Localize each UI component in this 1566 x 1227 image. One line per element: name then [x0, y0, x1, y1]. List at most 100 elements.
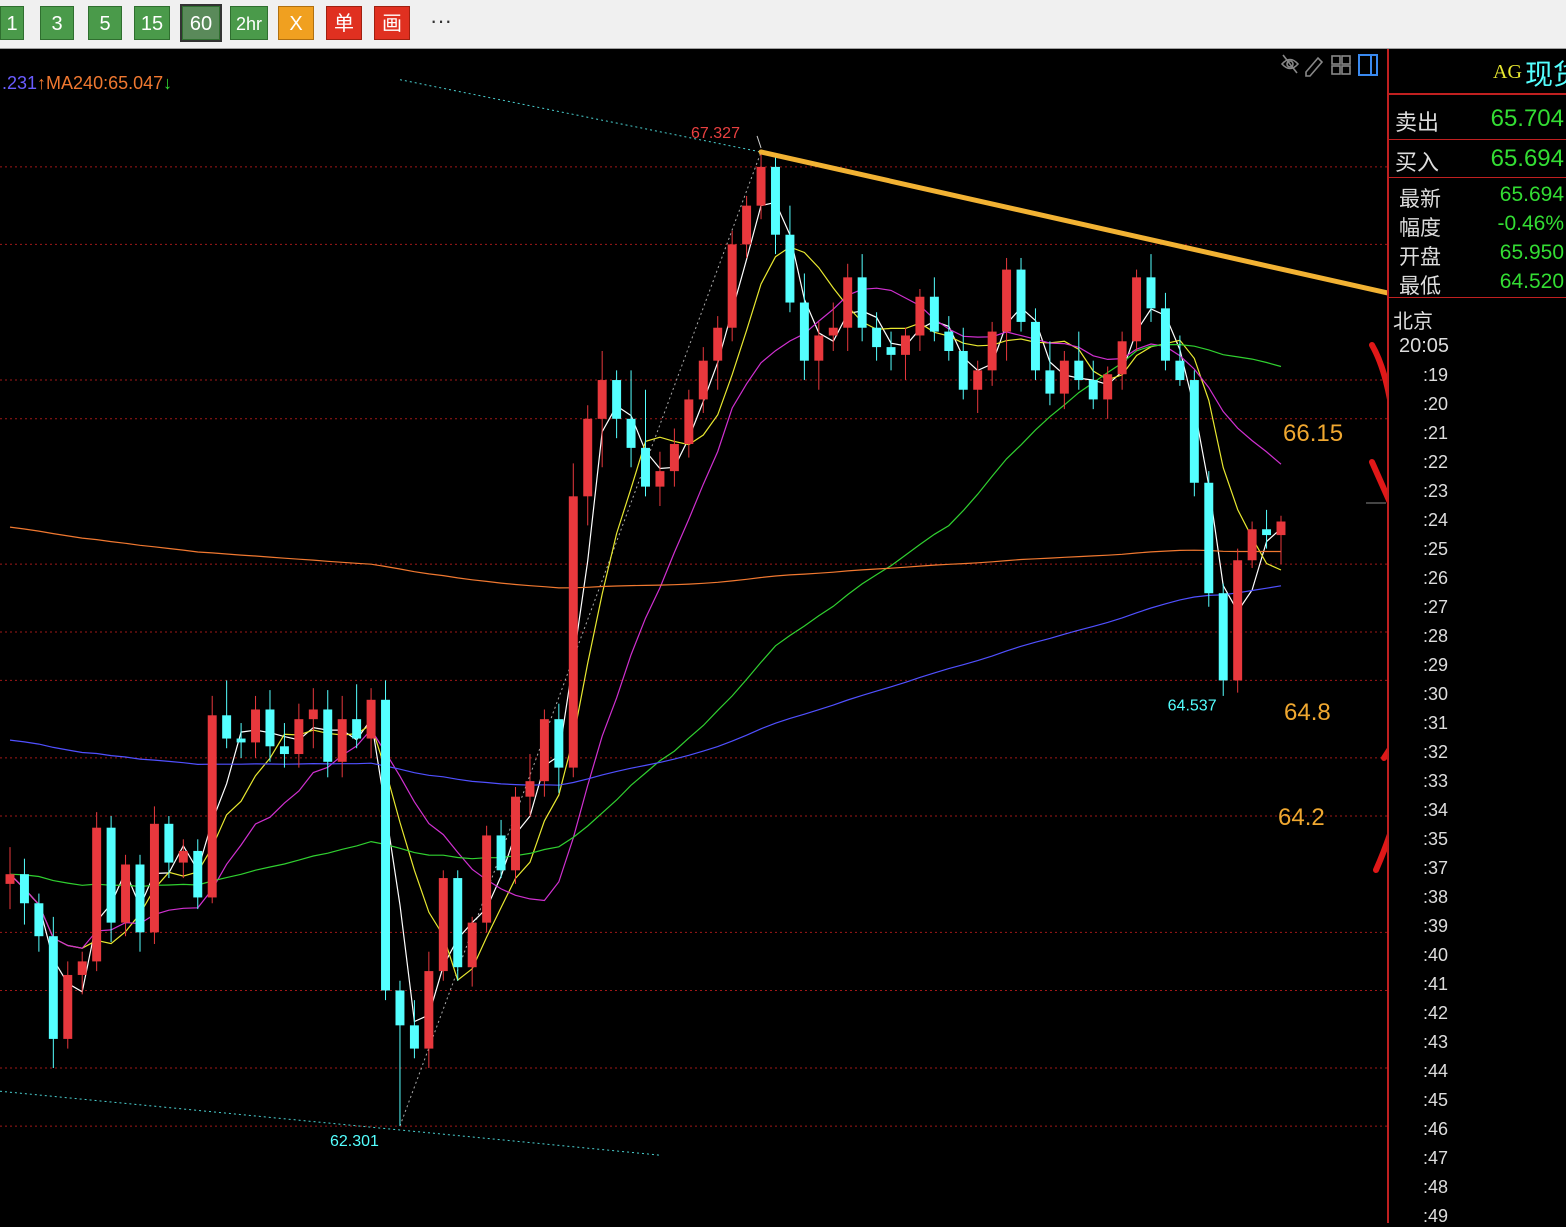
candle-body	[496, 835, 506, 871]
candle-body	[294, 719, 304, 755]
candle	[669, 428, 679, 487]
candle	[612, 370, 622, 439]
candle	[958, 327, 968, 400]
toolbar: 1 3 5 15 60 2hr X 单 画 ···	[0, 0, 1566, 49]
time-tick: :35	[1423, 829, 1449, 849]
time-tick: :45	[1423, 1090, 1449, 1110]
candle-body	[958, 350, 968, 390]
time-tick: :38	[1423, 887, 1449, 907]
candle	[1103, 366, 1113, 419]
latest-row: 最新 65.694	[1389, 181, 1566, 211]
candle-body	[799, 302, 809, 361]
latest-label: 最新	[1399, 188, 1441, 211]
candle-body	[193, 850, 203, 898]
candle	[1088, 360, 1098, 410]
candle-body	[92, 827, 102, 962]
time-tick: :47	[1423, 1148, 1449, 1168]
candle-body	[236, 738, 246, 743]
low-value: 64.520	[1499, 270, 1564, 293]
x-tool-icon[interactable]: X	[278, 6, 314, 40]
candle	[785, 205, 795, 313]
period-3-button[interactable]: 3	[40, 6, 74, 40]
candle	[583, 405, 593, 526]
time-tick: :27	[1423, 597, 1449, 617]
candle-body	[1088, 380, 1098, 400]
candle-body	[77, 961, 87, 975]
candle	[771, 157, 780, 255]
candle-body	[1146, 277, 1156, 309]
candle-body	[337, 719, 347, 762]
candle-body	[1016, 269, 1026, 322]
candles	[5, 151, 1286, 1127]
candle-body	[106, 827, 116, 923]
period-15-button[interactable]: 15	[134, 6, 170, 40]
change-value: -0.46%	[1497, 212, 1564, 235]
candle	[1189, 370, 1199, 497]
high-pointer	[756, 135, 762, 149]
period-5-button[interactable]: 5	[88, 6, 122, 40]
candle	[193, 839, 203, 910]
candle-body	[1218, 593, 1228, 681]
time-tick: :19	[1423, 365, 1449, 385]
candle	[467, 916, 477, 987]
high-annotation: 67.327	[691, 125, 740, 142]
candle	[799, 273, 809, 381]
candle-body	[987, 331, 997, 371]
candle	[409, 1000, 419, 1059]
candle-body	[583, 418, 593, 497]
time-tick: :26	[1423, 568, 1449, 588]
gridlines	[0, 166, 1387, 1127]
candle	[149, 806, 159, 944]
candle-body	[756, 166, 766, 206]
candle	[511, 786, 520, 884]
candle	[63, 961, 73, 1049]
time-tick: :21	[1423, 423, 1449, 443]
candle-body	[1103, 374, 1113, 400]
candle-body	[713, 327, 723, 361]
candle	[308, 688, 318, 749]
period-1-button[interactable]: 1	[0, 6, 24, 40]
low-annotation: 62.301	[330, 1133, 379, 1150]
candle-body	[1233, 560, 1243, 681]
candle-body	[1262, 529, 1272, 536]
candle	[438, 870, 448, 981]
candle-body	[929, 296, 939, 332]
down-arrow-head-icon	[1369, 459, 1387, 504]
candle-body	[857, 277, 867, 328]
period-2hr-button[interactable]: 2hr	[230, 6, 268, 40]
candle-body	[915, 296, 925, 336]
candle-body	[612, 380, 622, 419]
candle-body	[453, 878, 463, 968]
change-label: 幅度	[1399, 217, 1441, 240]
candle	[727, 230, 737, 342]
divider	[1389, 139, 1566, 140]
candle	[496, 819, 506, 879]
recent-low-annotation: 64.537	[1168, 698, 1217, 715]
order-icon[interactable]: 单	[326, 6, 362, 40]
candle-body	[727, 244, 737, 328]
candle-body	[207, 715, 217, 898]
candle	[366, 688, 376, 758]
more-menu-icon[interactable]: ···	[424, 6, 458, 40]
latest-value: 65.694	[1499, 183, 1564, 206]
candle-body	[814, 335, 824, 361]
period-60-button[interactable]: 60	[180, 4, 222, 42]
divider	[1389, 177, 1566, 178]
candle	[453, 870, 463, 981]
candle	[698, 347, 708, 413]
candle	[1160, 292, 1170, 371]
candlestick-chart[interactable]: 67.327 62.301 64.537	[0, 49, 1387, 1223]
candle	[135, 854, 145, 952]
draw-icon[interactable]: 画	[374, 6, 410, 40]
sell-value: 65.704	[1490, 105, 1564, 132]
time-tick: :33	[1423, 771, 1449, 791]
candle-body	[1189, 380, 1199, 483]
quote-panel: AG 现货 卖出 65.704 买入 65.694 最新 65.694 幅度 -…	[1387, 49, 1566, 1226]
candle-body	[973, 370, 983, 390]
candle	[872, 312, 882, 361]
candle-body	[424, 971, 434, 1049]
buy-value: 65.694	[1490, 145, 1564, 172]
time-tick: :42	[1423, 1003, 1449, 1023]
level-label-66-15: 66.15	[1283, 420, 1344, 447]
candle	[684, 389, 694, 458]
